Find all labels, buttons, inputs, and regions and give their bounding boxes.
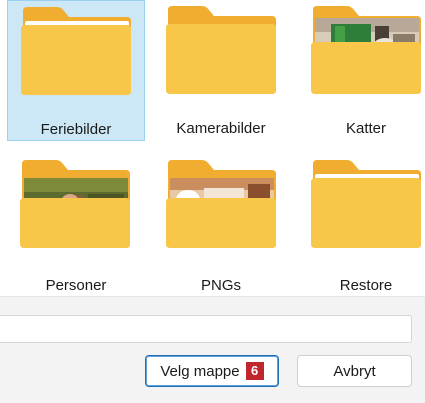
step-badge: 6 [245,362,264,380]
folder-grid: Feriebilder Kamerabilder Katter Personer… [0,0,425,296]
folder-name: Katter [345,120,387,137]
folder-tile-katter[interactable]: Katter [297,0,425,141]
folder-icon [309,6,423,94]
folder-tile-restore[interactable]: Restore [297,154,425,295]
select-folder-label: Velg mappe [160,362,240,380]
folder-icon [309,160,423,248]
dialog-footer: Velg mappe 6 Avbryt [0,296,425,403]
folder-name: Feriebilder [40,121,112,138]
folder-tile-feriebilder[interactable]: Feriebilder [7,0,145,141]
folder-name: Restore [339,277,393,294]
folder-name: PNGs [200,277,241,294]
folder-name: Personer [45,277,107,294]
folder-path-input[interactable] [0,315,412,343]
cancel-button[interactable]: Avbryt [297,355,412,387]
folder-icon [164,6,278,94]
folder-icon [164,160,278,248]
select-folder-button[interactable]: Velg mappe 6 [145,355,279,387]
folder-name: Kamerabilder [176,120,266,137]
folder-icon [18,160,132,248]
cancel-label: Avbryt [333,362,376,380]
folder-tile-personer[interactable]: Personer [7,154,145,295]
folder-tile-kamerabilder[interactable]: Kamerabilder [152,0,290,141]
folder-tile-pngs[interactable]: PNGs [152,154,290,295]
folder-icon [19,7,133,95]
